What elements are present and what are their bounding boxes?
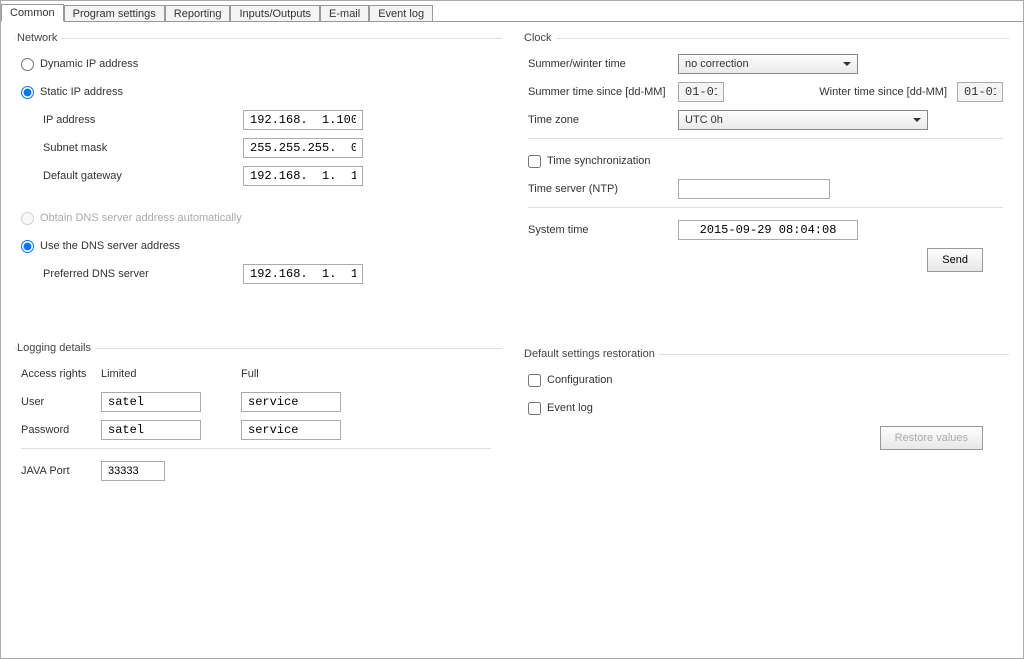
password-full-input[interactable] <box>241 420 341 440</box>
send-button[interactable]: Send <box>927 248 983 272</box>
restore-eventlog-label: Event log <box>547 402 593 414</box>
restore-values-button: Restore values <box>880 426 983 450</box>
password-label: Password <box>21 424 101 436</box>
summer-winter-select[interactable]: no correction <box>678 54 858 74</box>
summer-winter-value: no correction <box>685 58 749 70</box>
subnet-mask-label: Subnet mask <box>43 142 243 154</box>
dns-auto-label: Obtain DNS server address automatically <box>40 212 242 224</box>
app-window: Common Program settings Reporting Inputs… <box>0 0 1024 659</box>
summer-winter-label: Summer/winter time <box>528 58 678 70</box>
user-full-input[interactable] <box>241 392 341 412</box>
clock-legend: Clock <box>524 32 556 44</box>
preferred-dns-input[interactable] <box>243 264 363 284</box>
summer-since-input <box>678 82 724 102</box>
restore-eventlog-checkbox[interactable] <box>528 402 541 415</box>
time-sync-label: Time synchronization <box>547 155 651 167</box>
restore-group: Default settings restoration Configurati… <box>522 348 1009 458</box>
dynamic-ip-radio[interactable] <box>21 58 34 71</box>
timezone-select[interactable]: UTC 0h <box>678 110 928 130</box>
ip-address-label: IP address <box>43 114 243 126</box>
user-limited-input[interactable] <box>101 392 201 412</box>
dns-manual-label: Use the DNS server address <box>40 240 180 252</box>
summer-since-label: Summer time since [dd-MM] <box>528 86 678 98</box>
timezone-value: UTC 0h <box>685 114 723 126</box>
tab-reporting[interactable]: Reporting <box>165 5 231 22</box>
access-rights-label: Access rights <box>21 368 101 380</box>
tab-email[interactable]: E-mail <box>320 5 369 22</box>
dns-manual-radio[interactable] <box>21 240 34 253</box>
system-time-value <box>678 220 858 240</box>
limited-header: Limited <box>101 368 136 380</box>
dns-auto-radio <box>21 212 34 225</box>
tab-program-settings[interactable]: Program settings <box>64 5 165 22</box>
left-column: Network Dynamic IP address Static IP add… <box>15 32 502 648</box>
full-header: Full <box>241 368 259 380</box>
subnet-mask-input[interactable] <box>243 138 363 158</box>
ip-address-input[interactable] <box>243 110 363 130</box>
java-port-input[interactable] <box>101 461 165 481</box>
java-port-label: JAVA Port <box>21 465 101 477</box>
logging-group: Logging details Access rights Limited Fu… <box>15 342 502 491</box>
dynamic-ip-label: Dynamic IP address <box>40 58 138 70</box>
timezone-label: Time zone <box>528 114 678 126</box>
right-column: Clock Summer/winter time no correction S… <box>522 32 1009 648</box>
restore-config-label: Configuration <box>547 374 612 386</box>
tab-inputs-outputs[interactable]: Inputs/Outputs <box>230 5 320 22</box>
chevron-down-icon <box>843 62 851 66</box>
network-legend: Network <box>17 32 61 44</box>
static-ip-radio[interactable] <box>21 86 34 99</box>
system-time-label: System time <box>528 224 678 236</box>
tab-panel-common: Network Dynamic IP address Static IP add… <box>1 21 1023 658</box>
clock-group: Clock Summer/winter time no correction S… <box>522 32 1009 280</box>
tab-common[interactable]: Common <box>1 4 64 22</box>
static-ip-label: Static IP address <box>40 86 123 98</box>
ntp-input[interactable] <box>678 179 830 199</box>
network-group: Network Dynamic IP address Static IP add… <box>15 32 502 294</box>
chevron-down-icon <box>913 118 921 122</box>
winter-since-label: Winter time since [dd-MM] <box>819 86 947 98</box>
preferred-dns-label: Preferred DNS server <box>43 268 243 280</box>
restore-config-checkbox[interactable] <box>528 374 541 387</box>
user-label: User <box>21 396 101 408</box>
default-gateway-label: Default gateway <box>43 170 243 182</box>
logging-legend: Logging details <box>17 342 95 354</box>
tab-event-log[interactable]: Event log <box>369 5 433 22</box>
winter-since-input <box>957 82 1003 102</box>
tab-strip: Common Program settings Reporting Inputs… <box>1 1 1023 21</box>
restore-legend: Default settings restoration <box>524 348 659 360</box>
ntp-label: Time server (NTP) <box>528 183 678 195</box>
default-gateway-input[interactable] <box>243 166 363 186</box>
time-sync-checkbox[interactable] <box>528 155 541 168</box>
password-limited-input[interactable] <box>101 420 201 440</box>
